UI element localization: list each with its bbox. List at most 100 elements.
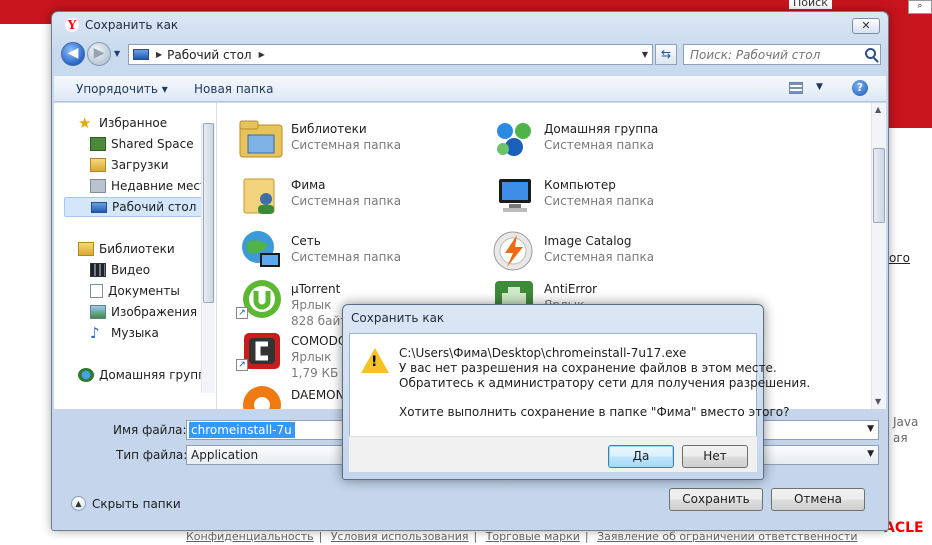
nav-documents[interactable]: Документы [90, 281, 216, 301]
file-name: COMODO [291, 334, 348, 348]
filename-input[interactable] [189, 422, 295, 438]
file-item-image-catalog[interactable]: Image Catalog Системная папка [481, 225, 731, 277]
scroll-down-arrow-icon[interactable]: ▼ [875, 397, 881, 406]
file-list-scrollbar[interactable]: ▲ ▼ [871, 103, 886, 409]
network-icon [238, 229, 284, 273]
address-dropdown-icon[interactable]: ▼ [642, 50, 648, 59]
nav-libraries[interactable]: Библиотеки [78, 239, 216, 259]
desktop-icon [133, 49, 149, 60]
address-bar[interactable]: ▶ Рабочий стол ▶ ▼ [128, 44, 653, 65]
organize-menu-button[interactable]: Упорядочить ▾ [76, 82, 168, 96]
file-item-network[interactable]: Сеть Системная папка [228, 225, 478, 277]
background-java-text: Java ая [893, 415, 919, 445]
footer-link-trademarks[interactable]: Торговые марки [486, 530, 580, 543]
hide-folders-button[interactable]: ▲ Скрыть папки [71, 496, 181, 511]
file-name: Фима [291, 178, 326, 192]
nav-downloads[interactable]: Загрузки [90, 155, 216, 175]
close-button[interactable]: ✕ [852, 18, 880, 34]
background-search-label: Поиск [789, 0, 832, 9]
homegroup-icon [78, 368, 94, 382]
libraries-folder-icon [238, 117, 284, 161]
daemon-icon [238, 383, 284, 409]
forward-button[interactable]: ▶ [87, 42, 111, 66]
nav-music[interactable]: ♪ Музыка [90, 323, 216, 343]
search-box[interactable] [683, 44, 881, 65]
file-type: Ярлык [291, 298, 332, 312]
file-name: AntiError [544, 282, 598, 296]
breadcrumb-chevron-icon[interactable]: ▶ [156, 50, 162, 59]
background-footer: Конфиденциальность | Условия использовани… [186, 530, 858, 543]
history-dropdown-icon[interactable]: ▼ [114, 49, 120, 58]
nav-pictures[interactable]: Изображения [90, 302, 216, 322]
nav-favorites[interactable]: ★ Избранное [78, 113, 216, 133]
nav-label: Документы [108, 284, 180, 298]
nav-label: Библиотеки [99, 242, 175, 256]
shortcut-arrow-icon: ↗ [236, 307, 248, 319]
image-catalog-icon [491, 229, 537, 273]
chevron-up-icon: ▲ [71, 496, 86, 511]
filename-label: Имя файла: [113, 423, 187, 437]
yes-button[interactable]: Да [608, 445, 674, 468]
background-search-button[interactable]: ⌕ [908, 0, 932, 14]
dialog-title-bar[interactable]: Y Сохранить как [65, 18, 178, 32]
message-line-1: У вас нет разрешения на сохранение файло… [399, 361, 777, 375]
file-name: Image Catalog [544, 234, 632, 248]
user-folder-icon [238, 173, 284, 217]
nav-video[interactable]: Видео [90, 260, 216, 280]
back-button[interactable]: ◀ [61, 42, 85, 66]
file-type: Системная папка [291, 194, 402, 208]
view-options-icon[interactable] [789, 82, 803, 94]
file-item-computer[interactable]: Компьютер Системная папка [481, 169, 731, 221]
nav-label: Домашняя группа [99, 368, 214, 382]
file-type: Системная папка [291, 138, 402, 152]
background-side-link[interactable]: ого [889, 251, 910, 265]
filetype-dropdown-icon[interactable]: ▼ [867, 449, 874, 459]
view-dropdown-icon[interactable]: ▼ [816, 82, 823, 92]
desktop-icon [91, 201, 107, 213]
filetype-value: Application [191, 448, 259, 462]
yandex-browser-icon: Y [65, 18, 79, 32]
file-item-homegroup[interactable]: Домашняя группа Системная папка [481, 113, 731, 165]
oracle-logo: ACLE [884, 520, 924, 536]
nav-label: Видео [111, 263, 151, 277]
message-title[interactable]: Сохранить как [351, 311, 444, 325]
file-item-libraries[interactable]: Библиотеки Системная папка [228, 113, 478, 165]
search-icon[interactable] [865, 48, 876, 59]
message-line-2: Обратитесь к администратору сети для пол… [399, 376, 811, 390]
refresh-button[interactable]: ⇆ [655, 44, 677, 65]
homegroup-icon [491, 117, 537, 161]
nav-desktop[interactable]: Рабочий стол [64, 197, 204, 217]
nav-label: Shared Space [111, 137, 194, 151]
footer-link-terms[interactable]: Условия использования [331, 530, 469, 543]
file-list-scroll-thumb[interactable] [873, 148, 885, 223]
nav-label: Загрузки [111, 158, 169, 172]
nav-pane-scrollbar[interactable] [201, 123, 215, 393]
computer-icon [491, 173, 537, 217]
file-name: Сеть [291, 234, 321, 248]
file-type: Ярлык [291, 350, 332, 364]
save-button[interactable]: Сохранить [669, 488, 763, 511]
message-button-bar: Да Нет [349, 436, 757, 472]
documents-icon [90, 284, 103, 298]
breadcrumb-chevron-icon[interactable]: ▶ [259, 50, 265, 59]
cancel-button[interactable]: Отмена [771, 488, 865, 511]
dialog-title: Сохранить как [85, 18, 179, 32]
nav-recent-places[interactable]: Недавние места [90, 176, 216, 196]
nav-shared-space[interactable]: Shared Space [90, 134, 216, 154]
search-input[interactable] [690, 47, 860, 62]
footer-link-privacy[interactable]: Конфиденциальность [186, 530, 314, 543]
scroll-up-arrow-icon[interactable]: ▲ [875, 105, 881, 114]
file-name: Компьютер [544, 178, 616, 192]
libraries-icon [78, 242, 94, 256]
breadcrumb-desktop[interactable]: Рабочий стол [167, 48, 251, 62]
footer-link-disclaimer[interactable]: Заявление об ограничении ответственности [597, 530, 857, 543]
filename-dropdown-icon[interactable]: ▼ [867, 424, 874, 434]
new-folder-button[interactable]: Новая папка [194, 82, 273, 96]
help-button[interactable]: ? [852, 80, 868, 96]
nav-homegroup[interactable]: Домашняя группа [78, 365, 216, 385]
nav-pane-scroll-thumb[interactable] [203, 123, 214, 303]
no-button[interactable]: Нет [682, 445, 748, 468]
file-type: Системная папка [544, 250, 655, 264]
file-name: µTorrent [291, 282, 341, 296]
file-item-user-folder[interactable]: Фима Системная папка [228, 169, 478, 221]
